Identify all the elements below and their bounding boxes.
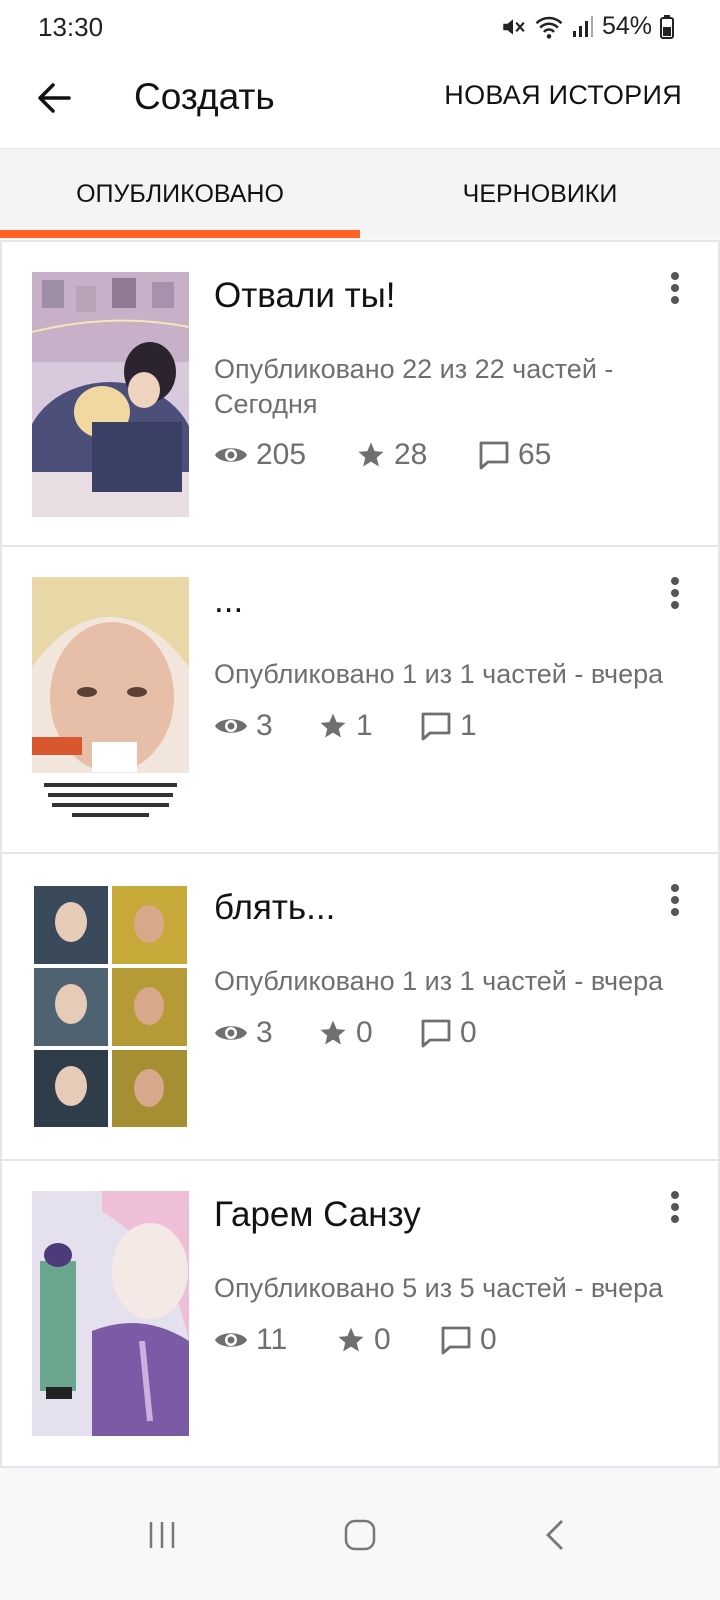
- story-meta: Опубликовано 1 из 1 частей - вчера: [214, 659, 664, 689]
- back-nav-button[interactable]: [524, 1510, 584, 1560]
- eye-icon: [215, 1333, 247, 1347]
- comments-stat: 65: [478, 438, 551, 472]
- votes-stat: 1: [318, 709, 420, 743]
- eye-icon: [215, 1026, 247, 1040]
- tab-published[interactable]: ОПУБЛИКОВАНО: [0, 149, 360, 239]
- comments-count: 0: [460, 1016, 477, 1049]
- battery-percent: 54%: [601, 12, 652, 40]
- status-bar: 13:30 54%: [0, 0, 720, 52]
- app-bar: Создать НОВАЯ ИСТОРИЯ: [0, 52, 720, 148]
- story-cover[interactable]: [32, 884, 189, 1129]
- votes-count: 0: [356, 1016, 373, 1049]
- views-count: 205: [256, 438, 307, 471]
- views-count: 3: [256, 1016, 273, 1049]
- star-icon: [358, 442, 384, 467]
- views-count: 3: [256, 709, 273, 742]
- story-card[interactable]: Отвали ты! Опубликовано 22 из 22 частей …: [0, 240, 720, 547]
- story-stats: 3 1 1: [214, 709, 477, 743]
- views-stat: 205: [214, 438, 356, 472]
- comment-icon: [441, 1326, 471, 1355]
- comment-icon: [421, 712, 451, 741]
- mute-icon: [503, 18, 525, 35]
- votes-stat: 28: [356, 438, 478, 472]
- active-tab-indicator: [0, 230, 360, 238]
- comments-count: 0: [480, 1323, 497, 1356]
- comments-count: 1: [460, 709, 477, 742]
- home-button[interactable]: [330, 1510, 390, 1560]
- more-options-button[interactable]: [660, 880, 690, 920]
- eye-icon: [215, 719, 247, 733]
- story-card[interactable]: блять... Опубликовано 1 из 1 частей - вч…: [0, 854, 720, 1161]
- tab-bar: ОПУБЛИКОВАНО ЧЕРНОВИКИ: [0, 148, 720, 238]
- star-icon: [320, 713, 346, 738]
- star-icon: [338, 1327, 364, 1352]
- story-title: ...: [214, 581, 244, 620]
- back-nav-icon: [546, 1520, 563, 1550]
- votes-stat: 0: [336, 1323, 440, 1357]
- comments-stat: 0: [440, 1323, 497, 1357]
- story-title: Гарем Санзу: [214, 1195, 421, 1234]
- story-cover[interactable]: [32, 577, 189, 822]
- story-cover[interactable]: [32, 272, 189, 517]
- more-options-button[interactable]: [660, 1187, 690, 1227]
- recents-button[interactable]: [132, 1510, 192, 1560]
- story-meta: Опубликовано 1 из 1 частей - вчера: [214, 966, 664, 996]
- tab-drafts[interactable]: ЧЕРНОВИКИ: [360, 149, 720, 239]
- star-icon: [320, 1020, 346, 1045]
- story-stats: 205 28 65: [214, 438, 551, 472]
- comments-stat: 1: [420, 709, 477, 743]
- views-count: 11: [256, 1323, 288, 1356]
- wifi-icon: [535, 16, 563, 39]
- story-stats: 3 0 0: [214, 1016, 477, 1050]
- comment-icon: [421, 1019, 451, 1048]
- story-list: Отвали ты! Опубликовано 22 из 22 частей …: [0, 240, 720, 1468]
- page-title: Создать: [134, 76, 275, 117]
- views-stat: 3: [214, 1016, 318, 1050]
- arrow-left-icon: [38, 83, 71, 113]
- back-button[interactable]: [30, 74, 78, 122]
- story-title: блять...: [214, 888, 336, 927]
- eye-icon: [215, 448, 247, 462]
- status-time: 13:30: [38, 12, 104, 42]
- signal-icon: [572, 15, 593, 37]
- story-meta: Опубликовано 5 из 5 частей - вчера: [214, 1273, 664, 1303]
- recents-icon: [149, 1522, 175, 1548]
- views-stat: 11: [214, 1323, 336, 1357]
- votes-count: 1: [356, 709, 373, 742]
- comments-stat: 0: [420, 1016, 477, 1050]
- story-stats: 11 0 0: [214, 1323, 497, 1357]
- story-meta: Опубликовано 22 из 22 частей - Сегодня: [214, 354, 614, 419]
- votes-count: 0: [374, 1323, 391, 1356]
- comments-count: 65: [518, 438, 552, 471]
- votes-stat: 0: [318, 1016, 420, 1050]
- story-card[interactable]: Гарем Санзу Опубликовано 5 из 5 частей -…: [0, 1161, 720, 1468]
- views-stat: 3: [214, 709, 318, 743]
- votes-count: 28: [394, 438, 428, 471]
- battery-icon: [660, 14, 674, 39]
- new-story-button[interactable]: НОВАЯ ИСТОРИЯ: [444, 80, 682, 111]
- story-title: Отвали ты!: [214, 276, 396, 315]
- more-options-button[interactable]: [660, 573, 690, 613]
- story-card[interactable]: ... Опубликовано 1 из 1 частей - вчера 3…: [0, 547, 720, 854]
- system-nav-bar: [0, 1470, 720, 1600]
- comment-icon: [479, 441, 509, 470]
- status-icons: 54%: [500, 12, 674, 41]
- more-options-button[interactable]: [660, 268, 690, 308]
- story-cover[interactable]: [32, 1191, 189, 1436]
- home-icon: [344, 1519, 376, 1551]
